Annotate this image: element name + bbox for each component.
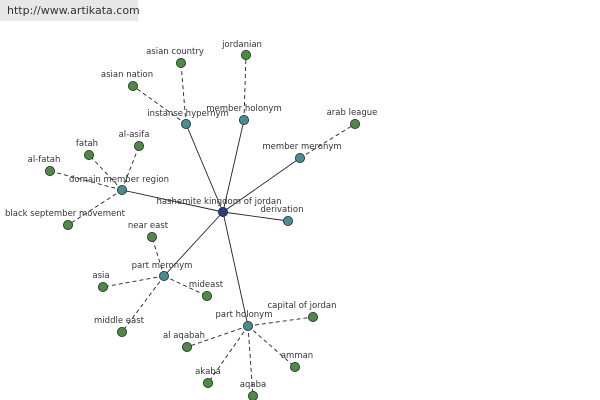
relation-label-part-holonym[interactable]: part holonym <box>216 310 273 320</box>
leaf-label-al-asifa[interactable]: al-asifa <box>119 130 150 140</box>
graph-stage: http://www.artikata.com asian country asi… <box>0 0 600 400</box>
relation-node-part-meronym[interactable] <box>158 270 169 281</box>
leaf-label-mideast[interactable]: mideast <box>189 280 224 290</box>
leaf-node-near-east[interactable] <box>146 231 157 242</box>
leaf-node-aqaba[interactable] <box>248 391 258 400</box>
relation-node-part-holonym[interactable] <box>242 320 253 331</box>
leaf-node-al-aqabah[interactable] <box>181 341 192 352</box>
leaf-label-arab-league[interactable]: arab league <box>327 108 378 118</box>
edge-domain-member-region-black-september-movement <box>67 189 123 226</box>
leaf-label-fatah[interactable]: fatah <box>76 139 98 149</box>
leaf-node-capital-of-jordan[interactable] <box>307 311 318 322</box>
edge-center-part-holonym <box>222 211 249 327</box>
edge-part-meronym-asia <box>102 275 165 288</box>
leaf-node-black-september-movement[interactable] <box>63 219 74 230</box>
edges <box>49 54 356 397</box>
relation-graph: asian country asian nation jordanian arab l… <box>5 40 377 400</box>
relation-node-derivation[interactable] <box>282 215 293 226</box>
labels: asian country asian nation jordanian arab l… <box>5 40 377 390</box>
leaf-label-capital-of-jordan[interactable]: capital of jordan <box>267 301 336 311</box>
relation-label-member-meronym[interactable]: member meronym <box>262 142 341 152</box>
leaf-node-al-fatah[interactable] <box>45 165 56 176</box>
leaf-node-asian-country[interactable] <box>175 58 186 69</box>
leaf-node-fatah[interactable] <box>84 149 95 160</box>
relation-node-domain-member-region[interactable] <box>117 184 128 195</box>
leaf-node-asia[interactable] <box>98 281 109 292</box>
center-node-center[interactable] <box>217 206 228 217</box>
leaf-label-black-september-movement[interactable]: black september movement <box>5 209 126 219</box>
relation-node-member-holonym[interactable] <box>238 115 249 126</box>
leaf-label-asian-country[interactable]: asian country <box>146 47 204 57</box>
leaf-label-al-aqabah[interactable]: al aqabah <box>163 331 205 341</box>
leaf-node-akaba[interactable] <box>202 377 213 388</box>
relation-label-member-holonym[interactable]: member holonym <box>206 104 281 114</box>
relation-node-instance-hypernym[interactable] <box>180 119 191 130</box>
leaf-label-akaba[interactable]: akaba <box>195 367 221 377</box>
relation-label-part-meronym[interactable]: part meronym <box>132 261 193 271</box>
leaf-node-jordanian[interactable] <box>240 50 251 61</box>
leaf-node-asian-nation[interactable] <box>127 81 138 92</box>
leaf-label-jordanian[interactable]: jordanian <box>221 40 262 50</box>
relation-node-member-meronym[interactable] <box>294 152 305 163</box>
leaf-label-asian-nation[interactable]: asian nation <box>101 70 153 80</box>
leaf-node-amman[interactable] <box>289 361 300 372</box>
leaf-node-al-asifa[interactable] <box>133 140 144 151</box>
leaf-node-mideast[interactable] <box>201 290 212 301</box>
leaf-node-arab-league[interactable] <box>349 119 360 130</box>
leaf-label-asia[interactable]: asia <box>92 271 109 281</box>
leaf-label-al-fatah[interactable]: al-fatah <box>28 155 61 165</box>
leaf-node-middle-east[interactable] <box>117 326 128 337</box>
center-label-center[interactable]: hashemite kingdom of jordan <box>157 197 282 207</box>
leaf-label-middle-east[interactable]: middle east <box>94 316 145 326</box>
relation-label-domain-member-region[interactable]: domain member region <box>69 175 169 185</box>
leaf-label-near-east[interactable]: near east <box>128 221 169 231</box>
edge-member-meronym-arab-league <box>299 123 356 159</box>
leaf-label-aqaba[interactable]: aqaba <box>240 380 266 390</box>
nodes <box>45 50 360 400</box>
leaf-label-amman[interactable]: amman <box>281 351 313 361</box>
